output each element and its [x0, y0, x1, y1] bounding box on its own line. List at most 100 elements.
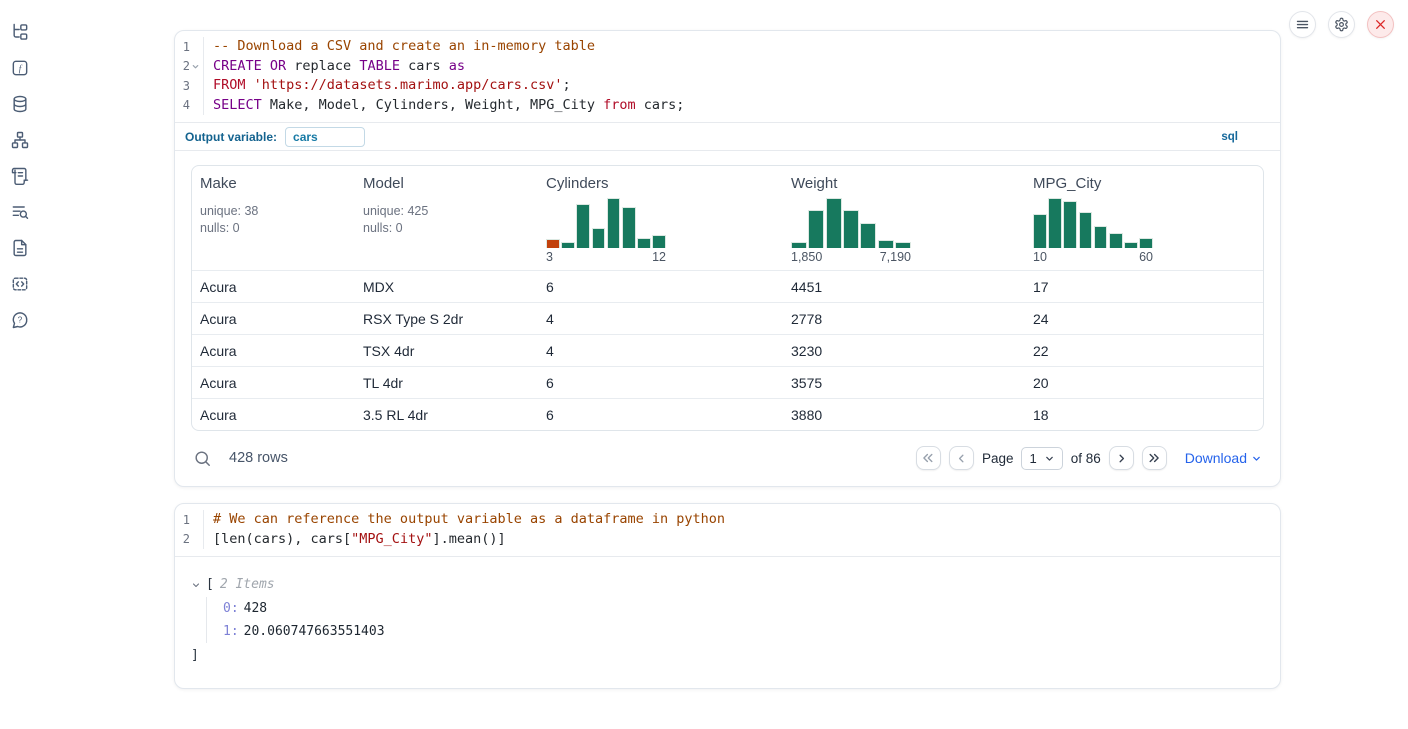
table-cell: TL 4dr — [355, 367, 538, 398]
last-page-button[interactable] — [1142, 446, 1167, 470]
settings-button[interactable] — [1328, 11, 1355, 38]
histogram-bar — [576, 204, 590, 248]
page-select[interactable]: 1 — [1021, 447, 1062, 470]
line-number: 3 — [183, 79, 190, 93]
table-cell: MDX — [355, 271, 538, 302]
histogram-bar — [546, 239, 560, 248]
first-page-button[interactable] — [916, 446, 941, 470]
close-bracket: ] — [191, 645, 1264, 666]
collapse-chevron-icon[interactable] — [191, 580, 203, 590]
table-cell: RSX Type S 2dr — [355, 303, 538, 334]
documentation-icon — [10, 238, 30, 258]
table-row[interactable]: AcuraMDX6445117 — [192, 270, 1263, 302]
table-cell: 3575 — [783, 367, 1025, 398]
sql-code-editor[interactable]: 1 -- Download a CSV and create an in-mem… — [175, 31, 1280, 122]
sidebar-panel-button[interactable] — [8, 236, 32, 260]
sql-code-line[interactable]: 4 SELECT Make, Model, Cylinders, Weight,… — [175, 96, 1280, 116]
close-button[interactable] — [1367, 11, 1394, 38]
sidebar-panel-button[interactable] — [8, 272, 32, 296]
logs-icon — [10, 202, 30, 222]
null-count: nulls: 0 — [200, 220, 347, 237]
code-text: -- Download a CSV and create an in-memor… — [204, 37, 595, 57]
table-row[interactable]: AcuraTL 4dr6357520 — [192, 366, 1263, 398]
column-histogram[interactable]: 1,850 7,190 — [791, 196, 911, 264]
python-cell: 1 # We can reference the output variable… — [174, 503, 1281, 689]
table-cell: Acura — [192, 303, 355, 334]
python-code-editor[interactable]: 1 # We can reference the output variable… — [175, 504, 1280, 556]
histogram-bar — [1079, 212, 1093, 248]
chevrons-left-icon — [921, 451, 935, 465]
code-token: SELECT — [213, 97, 262, 113]
scratchpad-icon — [10, 166, 30, 186]
line-gutter: 1 — [175, 510, 204, 530]
histogram-bar — [1124, 242, 1138, 248]
column-header-mpg_city[interactable]: MPG_City 10 60 — [1025, 166, 1263, 270]
close-icon — [1374, 18, 1387, 31]
menu-button[interactable] — [1289, 11, 1316, 38]
output-variable-input[interactable] — [285, 127, 365, 147]
histogram-bar — [622, 207, 636, 248]
sidebar-panel-button[interactable] — [8, 92, 32, 116]
code-token: CREATE OR — [213, 58, 286, 74]
column-header-weight[interactable]: Weight 1,850 7,190 — [783, 166, 1025, 270]
output-variable-row: Output variable: sql — [175, 122, 1280, 150]
table-row[interactable]: Acura3.5 RL 4dr6388018 — [192, 398, 1263, 430]
table-cell: 22 — [1025, 335, 1263, 366]
table-row[interactable]: AcuraTSX 4dr4323022 — [192, 334, 1263, 366]
sql-code-line[interactable]: 3 FROM 'https://datasets.marimo.app/cars… — [175, 76, 1280, 96]
column-header-model[interactable]: Model unique: 425 nulls: 0 — [355, 166, 538, 270]
download-button[interactable]: Download — [1185, 450, 1262, 466]
fold-chevron-icon[interactable] — [191, 62, 200, 71]
column-name: Make — [200, 175, 347, 192]
page-label: Page — [982, 451, 1014, 466]
column-header-make[interactable]: Make unique: 38 nulls: 0 — [192, 166, 355, 270]
histogram-bar — [637, 238, 651, 248]
sql-code-line[interactable]: 2 CREATE OR replace TABLE cars as — [175, 57, 1280, 77]
items-count-note: 2 Items — [220, 574, 275, 595]
line-gutter: 2 — [175, 57, 204, 77]
column-histogram[interactable]: 10 60 — [1033, 196, 1153, 264]
histogram-bar — [843, 210, 859, 248]
column-name: MPG_City — [1033, 175, 1255, 192]
python-code-line[interactable]: 2 [len(cars), cars["MPG_City"].mean()] — [175, 530, 1280, 550]
sidebar-panel-button[interactable]: f — [8, 56, 32, 80]
page-select-value: 1 — [1029, 451, 1036, 466]
table-cell: 2778 — [783, 303, 1025, 334]
column-histogram[interactable]: 3 12 — [546, 196, 666, 264]
table-cell: 4451 — [783, 271, 1025, 302]
prev-page-button[interactable] — [949, 446, 974, 470]
code-token — [246, 77, 254, 93]
item-value: 428 — [244, 601, 267, 616]
unique-count: unique: 38 — [200, 203, 347, 220]
table-row[interactable]: AcuraRSX Type S 2dr4277824 — [192, 302, 1263, 334]
functions-icon: f — [10, 58, 30, 78]
table-cell: 4 — [538, 335, 783, 366]
histogram-min-label: 3 — [546, 250, 553, 264]
histogram-bar — [1139, 238, 1153, 248]
column-header-cylinders[interactable]: Cylinders 3 12 — [538, 166, 783, 270]
python-output: [ 2 Items 0:4281:20.060747663551403 ] — [175, 556, 1280, 688]
notebook-actions — [1289, 11, 1394, 38]
line-gutter: 2 — [175, 530, 204, 550]
table-cell: Acura — [192, 399, 355, 430]
histogram-bar — [826, 198, 842, 248]
histogram-bar — [1063, 201, 1077, 248]
datasources-icon — [10, 94, 30, 114]
open-bracket: [ — [206, 574, 214, 595]
file-tree-icon — [10, 22, 30, 42]
table-cell: 20 — [1025, 367, 1263, 398]
sidebar-panel-button[interactable] — [8, 20, 32, 44]
sidebar-panel-button[interactable] — [8, 128, 32, 152]
chevron-right-icon — [1115, 452, 1128, 465]
search-icon[interactable] — [193, 449, 212, 468]
histogram-bar — [860, 223, 876, 248]
table-cell: 24 — [1025, 303, 1263, 334]
sidebar-panel-button[interactable]: ? — [8, 308, 32, 332]
sidebar-panel-button[interactable] — [8, 200, 32, 224]
sidebar-panel-button[interactable] — [8, 164, 32, 188]
next-page-button[interactable] — [1109, 446, 1134, 470]
column-name: Model — [363, 175, 530, 192]
python-code-line[interactable]: 1 # We can reference the output variable… — [175, 510, 1280, 530]
code-token: from — [603, 97, 636, 113]
sql-code-line[interactable]: 1 -- Download a CSV and create an in-mem… — [175, 37, 1280, 57]
